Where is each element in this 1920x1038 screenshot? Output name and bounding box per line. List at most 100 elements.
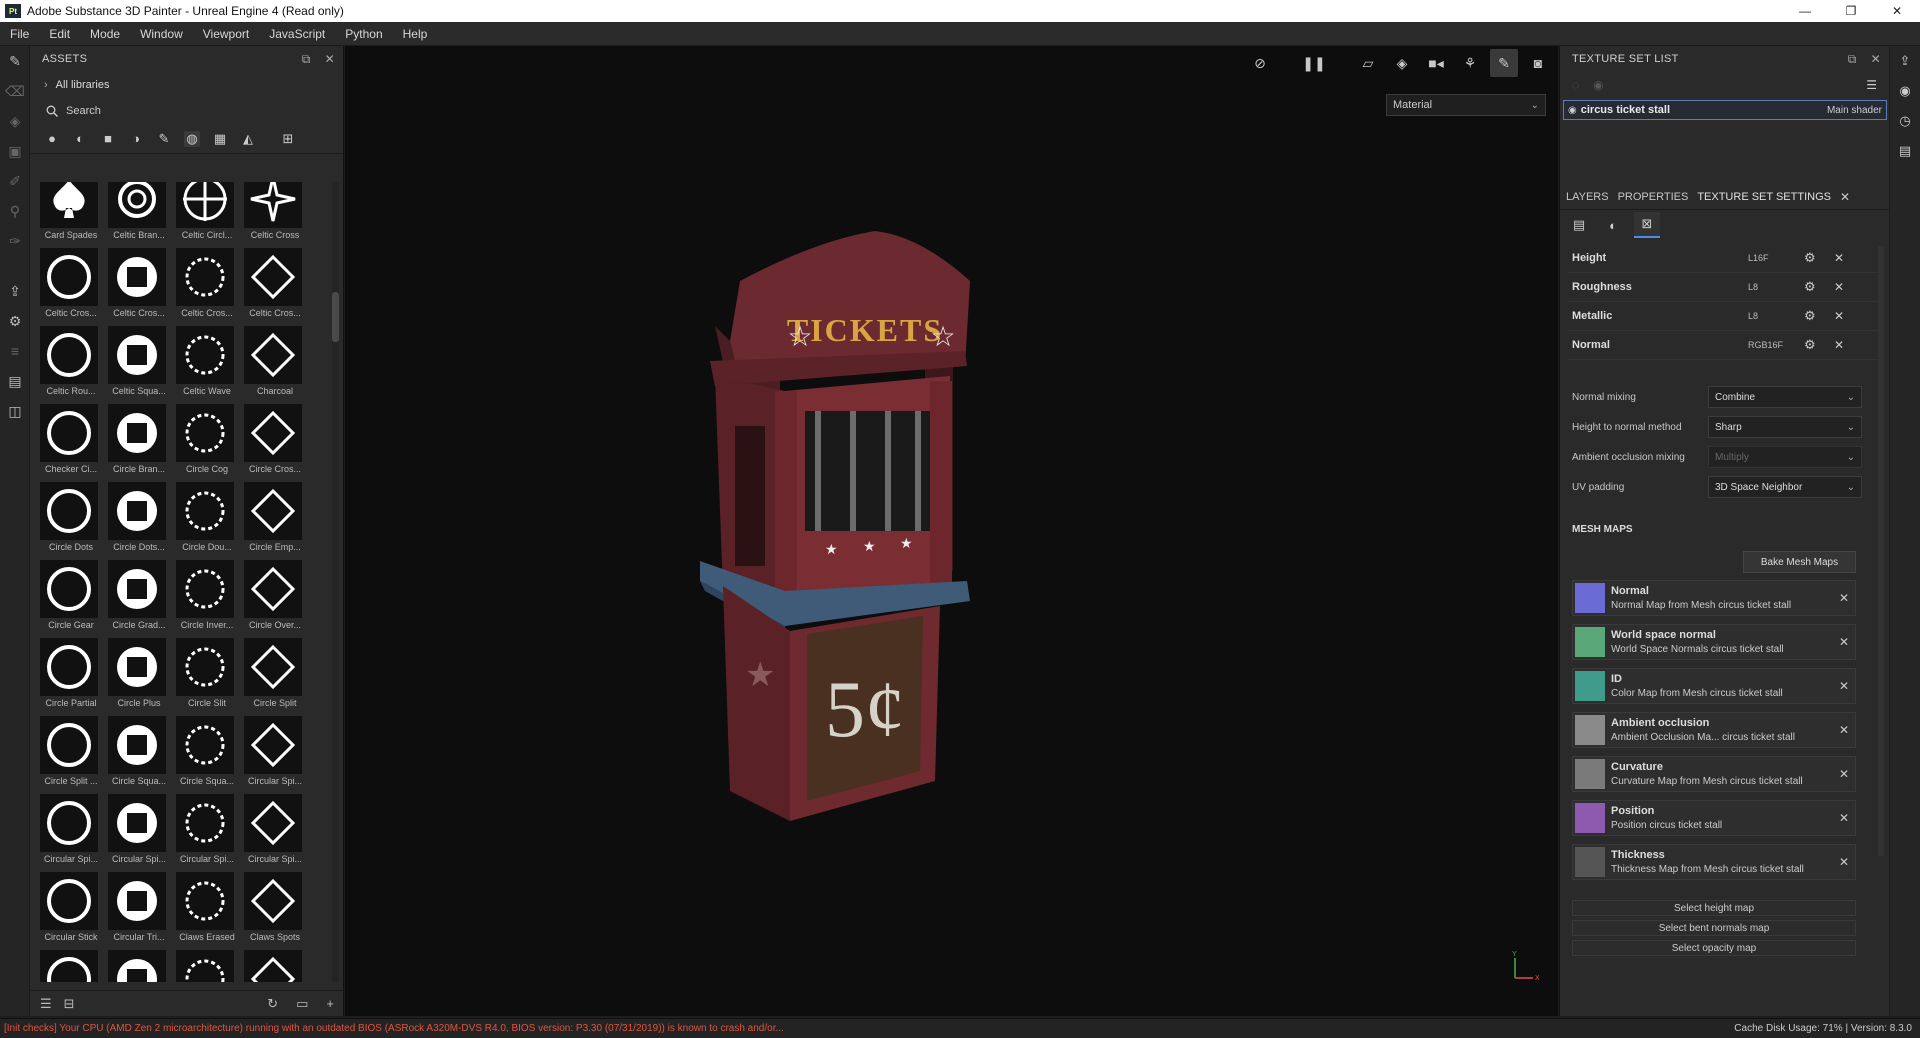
uv-padding-select[interactable]: 3D Space Neighbor ⌄ <box>1708 476 1862 498</box>
menu-help[interactable]: Help <box>393 27 438 41</box>
remove-channel-icon[interactable]: ✕ <box>1834 280 1844 294</box>
asset-thumbnail[interactable]: Circle Cros... <box>244 404 304 482</box>
symmetry-icon[interactable]: ⚘ <box>1456 49 1484 77</box>
init-check-warning[interactable]: [Init checks] Your CPU (AMD Zen 2 microa… <box>0 1023 784 1034</box>
log-icon[interactable]: ▤ <box>1890 136 1920 166</box>
hide-all-icon[interactable]: ◌ <box>1572 78 1579 92</box>
normal-mixing-select[interactable]: Combine ⌄ <box>1708 386 1862 408</box>
asset-thumbnail[interactable]: Card Spades <box>40 182 100 248</box>
asset-thumbnail[interactable]: Celtic Cros... <box>176 248 236 326</box>
close-panel-icon[interactable]: ✕ <box>325 52 335 66</box>
asset-thumbnail[interactable]: Celtic Bran... <box>108 182 168 248</box>
asset-thumbnail[interactable]: Circle Dots... <box>108 482 168 560</box>
asset-thumbnail[interactable]: Celtic Rou... <box>40 326 100 404</box>
uv-view-icon[interactable]: ▱ <box>1354 49 1382 77</box>
asset-thumbnail[interactable] <box>40 950 100 982</box>
3d-viewport[interactable]: ⊘ ❚❚ ▱ ◈ ■◂ ⚘ ✎ ◙ Material ⌄ TICKETS ☆ ☆ <box>345 46 1558 1016</box>
smudge-icon[interactable]: ✐ <box>0 166 30 196</box>
height-to-normal-select[interactable]: Sharp ⌄ <box>1708 416 1862 438</box>
shader-subtab-icon[interactable]: ◐ <box>1600 212 1626 238</box>
painting-mode-icon[interactable]: ✎ <box>1490 49 1518 77</box>
library-selector[interactable]: › All libraries <box>30 72 343 98</box>
remove-map-icon[interactable]: ✕ <box>1839 591 1849 605</box>
asset-thumbnail[interactable]: Circle Bran... <box>108 404 168 482</box>
asset-thumbnail[interactable]: Circular Stick <box>40 872 100 950</box>
asset-thumbnail[interactable]: Circle Dots <box>40 482 100 560</box>
asset-thumbnail[interactable]: Circle Split ... <box>40 716 100 794</box>
filter-list-icon[interactable]: ☰ <box>40 996 52 1012</box>
pause-icon[interactable]: ❚❚ <box>1300 49 1328 77</box>
environment-filter-icon[interactable]: ◭ <box>240 131 256 147</box>
channel-row-roughness[interactable]: Roughness L8 ⚙ ✕ <box>1568 273 1880 302</box>
texture-set-list-icon[interactable]: ⇪ <box>1890 46 1920 76</box>
tab-texture-set-settings[interactable]: TEXTURE SET SETTINGS <box>1697 191 1831 203</box>
texture-filter-icon[interactable]: ■ <box>100 131 116 147</box>
maximize-button[interactable]: ❐ <box>1828 0 1874 22</box>
mesh-map-row[interactable]: Curvature Curvature Map from Mesh circus … <box>1572 756 1856 792</box>
mesh-map-row[interactable]: Ambient occlusion Ambient Occlusion Ma...… <box>1572 712 1856 748</box>
asset-thumbnail[interactable]: Circle Split <box>244 638 304 716</box>
clone-icon[interactable]: ⚲ <box>0 196 30 226</box>
menu-python[interactable]: Python <box>335 27 392 41</box>
asset-thumbnail[interactable]: Claws Erased <box>176 872 236 950</box>
smart-mask-filter-icon[interactable]: ◑ <box>128 131 144 147</box>
remove-map-icon[interactable]: ✕ <box>1839 811 1849 825</box>
remove-map-icon[interactable]: ✕ <box>1839 855 1849 869</box>
grid-view-icon[interactable]: ⊞ <box>280 131 296 147</box>
asset-thumbnail[interactable]: Celtic Squa... <box>108 326 168 404</box>
add-asset-icon[interactable]: + <box>326 996 334 1012</box>
asset-thumbnail[interactable]: Circular Spi... <box>108 794 168 872</box>
asset-thumbnail[interactable]: Circle Squa... <box>108 716 168 794</box>
mesh-map-row[interactable]: Thickness Thickness Map from Mesh circus … <box>1572 844 1856 880</box>
eye-icon[interactable]: ◉ <box>1593 78 1603 92</box>
asset-thumbnail[interactable] <box>108 950 168 982</box>
search-input[interactable] <box>66 105 286 117</box>
asset-thumbnail[interactable]: Circular Spi... <box>40 794 100 872</box>
asset-thumbnail[interactable]: Circle Cog <box>176 404 236 482</box>
close-panel-icon[interactable]: ✕ <box>1871 52 1881 66</box>
select-opacity-map-button[interactable]: Select opacity map <box>1572 940 1856 956</box>
eraser-icon[interactable]: ⌫ <box>0 76 30 106</box>
channel-format[interactable]: RGB16F <box>1748 340 1783 350</box>
close-window-button[interactable]: ✕ <box>1874 0 1920 22</box>
menu-edit[interactable]: Edit <box>39 27 80 41</box>
display-settings-icon[interactable]: ◉ <box>1890 76 1920 106</box>
asset-thumbnail[interactable]: Circular Spi... <box>244 794 304 872</box>
asset-thumbnail[interactable]: Circle Squa... <box>176 716 236 794</box>
brush-filter-icon[interactable]: ✎ <box>156 131 172 147</box>
menu-javascript[interactable]: JavaScript <box>259 27 335 41</box>
asset-thumbnail[interactable]: Celtic Cros... <box>244 248 304 326</box>
bake-mesh-maps-button[interactable]: Bake Mesh Maps <box>1743 551 1856 573</box>
mesh-map-row[interactable]: Position Position circus ticket stall ✕ <box>1572 800 1856 836</box>
menu-viewport[interactable]: Viewport <box>193 27 259 41</box>
hide-overlay-icon[interactable]: ⊘ <box>1246 49 1274 77</box>
remove-map-icon[interactable]: ✕ <box>1839 635 1849 649</box>
asset-thumbnail[interactable]: Circle Slit <box>176 638 236 716</box>
float-panel-icon[interactable]: ⧉ <box>1848 52 1857 67</box>
document-icon[interactable]: ▤ <box>0 366 30 396</box>
color-picker-icon[interactable]: ✑ <box>0 226 30 256</box>
asset-thumbnail[interactable]: Circle Gear <box>40 560 100 638</box>
gear-icon[interactable]: ⚙ <box>1804 250 1816 266</box>
polygon-fill-icon[interactable]: ▣ <box>0 136 30 166</box>
remove-channel-icon[interactable]: ✕ <box>1834 251 1844 265</box>
channel-format[interactable]: L16F <box>1748 253 1769 263</box>
asset-thumbnail[interactable]: Charcoal <box>244 326 304 404</box>
asset-thumbnail[interactable]: Circular Spi... <box>176 794 236 872</box>
tab-properties[interactable]: PROPERTIES <box>1618 191 1689 203</box>
assets-scrollbar[interactable] <box>332 182 339 982</box>
scrollbar-thumb[interactable] <box>332 292 339 342</box>
remove-map-icon[interactable]: ✕ <box>1839 679 1849 693</box>
display-mode-select[interactable]: Material ⌄ <box>1386 94 1546 116</box>
asset-thumbnail[interactable]: Celtic Wave <box>176 326 236 404</box>
mesh-map-row[interactable]: ID Color Map from Mesh circus ticket stal… <box>1572 668 1856 704</box>
asset-thumbnail[interactable]: Celtic Cros... <box>40 248 100 326</box>
paint-brush-icon[interactable]: ✎ <box>0 46 30 76</box>
select-bent-normals-map-button[interactable]: Select bent normals map <box>1572 920 1856 936</box>
mesh-map-row[interactable]: World space normal World Space Normals ci… <box>1572 624 1856 660</box>
mesh-maps-subtab-icon[interactable]: ⊠ <box>1634 212 1660 238</box>
channels-subtab-icon[interactable]: ▤ <box>1566 212 1592 238</box>
menu-mode[interactable]: Mode <box>80 27 130 41</box>
texture-set-row[interactable]: ◉ circus ticket stall Main shader <box>1563 100 1887 120</box>
asset-thumbnail[interactable]: Circle Plus <box>108 638 168 716</box>
